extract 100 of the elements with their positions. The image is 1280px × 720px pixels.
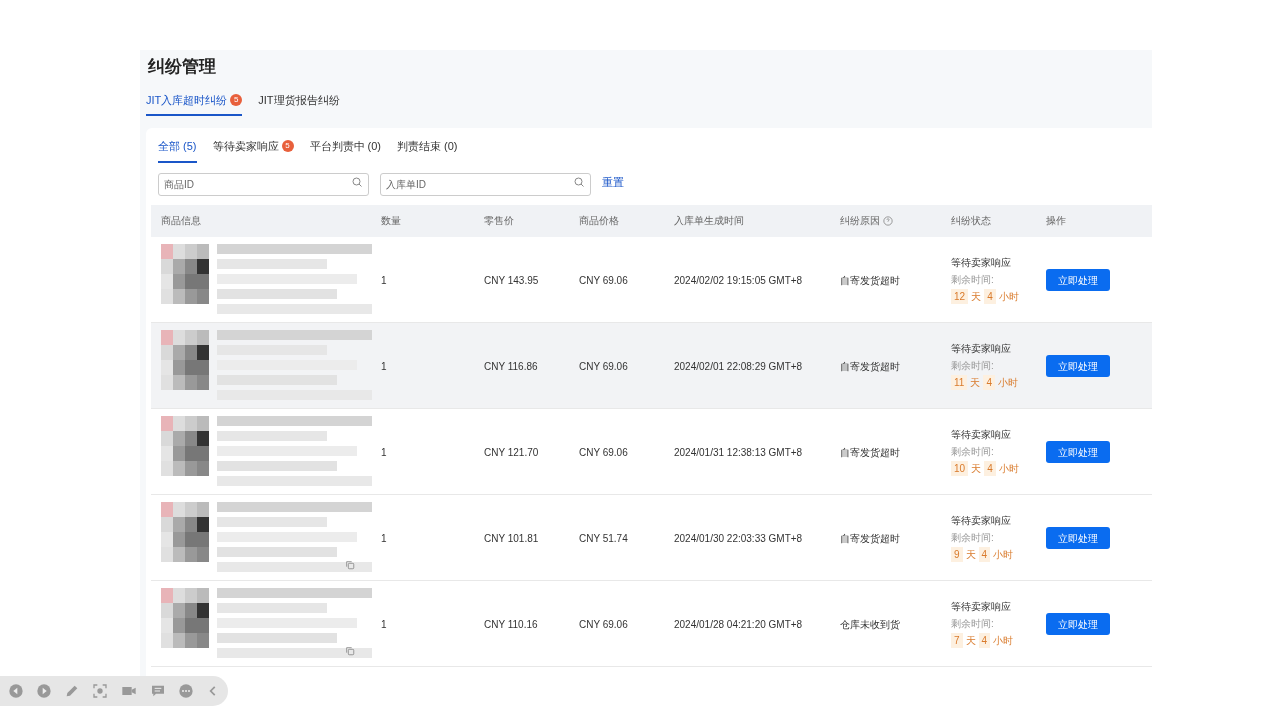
status-text: 等待卖家响应 [951, 599, 1011, 614]
process-button[interactable]: 立即处理 [1046, 613, 1110, 636]
hours-value: 4 [984, 460, 996, 476]
search-field[interactable]: 入库单ID [380, 172, 591, 196]
table-cell: 2024/01/28 04:21:20 GMT+8 [674, 619, 803, 630]
table-cell: 仓库未收到货 [840, 619, 900, 630]
table-cell: 2024/01/30 22:03:33 GMT+8 [674, 533, 803, 544]
table-cell: CNY 143.95 [484, 275, 539, 286]
column-header: 入库单生成时间 [674, 214, 744, 228]
table-cell: 1 [381, 275, 387, 286]
days-value: 7 [951, 632, 963, 648]
tab-label: JIT入库超时纠纷 [146, 92, 228, 108]
table-cell: CNY 121.70 [484, 447, 539, 458]
remaining-label: 剩余时间: [951, 616, 994, 631]
count-badge: 5 [230, 93, 243, 106]
status-text: 等待卖家响应 [951, 341, 1011, 356]
image-placeholder [161, 588, 209, 648]
page-title: 纠纷管理 [148, 56, 216, 78]
status-text: 等待卖家响应 [951, 255, 1011, 270]
image-placeholder [161, 244, 209, 304]
hours-unit: 小时 [993, 547, 1014, 562]
days-value: 11 [951, 374, 968, 390]
table-cell: 2024/01/31 12:38:13 GMT+8 [674, 447, 803, 458]
play-icon[interactable] [36, 683, 52, 699]
tab[interactable]: JIT入库超时纠纷 5 [146, 91, 243, 116]
copy-icon[interactable] [345, 560, 355, 570]
remaining-label: 剩余时间: [951, 444, 994, 459]
previous-icon[interactable] [8, 683, 24, 699]
table-cell: CNY 69.06 [579, 361, 628, 372]
days-unit: 天 [971, 461, 982, 476]
more-icon[interactable] [178, 683, 194, 699]
days-unit: 天 [965, 547, 976, 562]
hours-unit: 小时 [993, 633, 1014, 648]
table-cell: 1 [381, 361, 387, 372]
count-badge: 5 [281, 140, 294, 153]
pencil-icon[interactable] [64, 683, 80, 699]
image-placeholder [161, 330, 209, 390]
column-header: 纠纷状态 [951, 214, 991, 228]
filter-tab[interactable]: 平台判责中 (0) [309, 138, 381, 163]
process-button[interactable]: 立即处理 [1046, 269, 1110, 292]
tab-label: 等待卖家响应 [212, 139, 279, 154]
hours-value: 4 [978, 546, 991, 562]
hours-value: 4 [984, 288, 996, 304]
days-unit: 天 [971, 289, 982, 304]
table-cell: CNY 69.06 [579, 447, 628, 458]
search-field[interactable]: 商品ID [158, 172, 369, 196]
table-cell: CNY 69.06 [579, 619, 628, 630]
table-row[interactable]: 1 CNY 116.86 CNY 69.06 2024/02/01 22:08:29 GMT+8 自寄发货超时 等待卖家响应 剩余时间: 11 天 4 小时 立即处理 [151, 322, 1152, 409]
filter-tab[interactable]: 等待卖家响应 5 [212, 138, 294, 163]
table-cell: 1 [381, 533, 387, 544]
hours-unit: 小时 [998, 289, 1019, 304]
column-header: 商品价格 [579, 214, 619, 228]
table-cell: 2024/02/02 19:15:05 GMT+8 [674, 275, 803, 286]
table-cell: 1 [381, 447, 387, 458]
tab-label: 全部 (5) [158, 139, 197, 154]
filter-tab[interactable]: 全部 (5) [158, 138, 197, 163]
status-text: 等待卖家响应 [951, 427, 1011, 442]
process-button[interactable]: 立即处理 [1046, 441, 1110, 464]
help-icon [883, 215, 893, 226]
days-value: 10 [951, 460, 969, 476]
table-cell: CNY 110.16 [484, 619, 538, 630]
days-unit: 天 [965, 633, 976, 648]
table-cell: 自寄发货超时 [840, 361, 900, 372]
hours-value: 4 [983, 374, 995, 390]
filter-tab[interactable]: 判责结束 (0) [397, 138, 458, 163]
column-header: 商品信息 [161, 214, 201, 228]
table-cell: 自寄发货超时 [840, 533, 900, 544]
column-header: 操作 [1046, 214, 1066, 228]
days-value: 9 [951, 546, 963, 562]
remaining-label: 剩余时间: [951, 272, 994, 287]
tab-label: 判责结束 (0) [397, 139, 458, 154]
search-icon [351, 175, 363, 188]
table-cell: CNY 69.06 [579, 275, 628, 286]
search-icon [573, 175, 585, 188]
image-placeholder [161, 416, 209, 476]
table-cell: 自寄发货超时 [840, 447, 900, 458]
remaining-label: 剩余时间: [951, 358, 994, 373]
tab-label: JIT理货报告纠纷 [258, 92, 340, 108]
column-header: 纠纷原因 [840, 214, 880, 228]
table-cell: CNY 51.74 [579, 533, 628, 544]
days-value: 12 [951, 288, 969, 304]
table-cell: CNY 101.81 [484, 533, 539, 544]
hours-value: 4 [978, 632, 991, 648]
hours-unit: 小时 [998, 461, 1019, 476]
image-placeholder [161, 502, 209, 562]
column-header: 零售价 [484, 214, 514, 228]
table-cell: 1 [381, 619, 387, 630]
process-button[interactable]: 立即处理 [1046, 527, 1110, 550]
reset-link[interactable]: 重置 [602, 173, 624, 191]
screenshot-icon[interactable] [92, 683, 108, 699]
remaining-label: 剩余时间: [951, 530, 994, 545]
tab[interactable]: JIT理货报告纠纷 [258, 91, 340, 116]
status-text: 等待卖家响应 [951, 513, 1011, 528]
table-cell: CNY 116.86 [484, 361, 538, 372]
table-cell: 2024/02/01 22:08:29 GMT+8 [674, 361, 803, 372]
copy-icon[interactable] [345, 646, 355, 656]
process-button[interactable]: 立即处理 [1046, 355, 1110, 378]
comment-icon[interactable] [150, 683, 166, 699]
hours-unit: 小时 [997, 375, 1018, 390]
days-unit: 天 [970, 375, 981, 390]
